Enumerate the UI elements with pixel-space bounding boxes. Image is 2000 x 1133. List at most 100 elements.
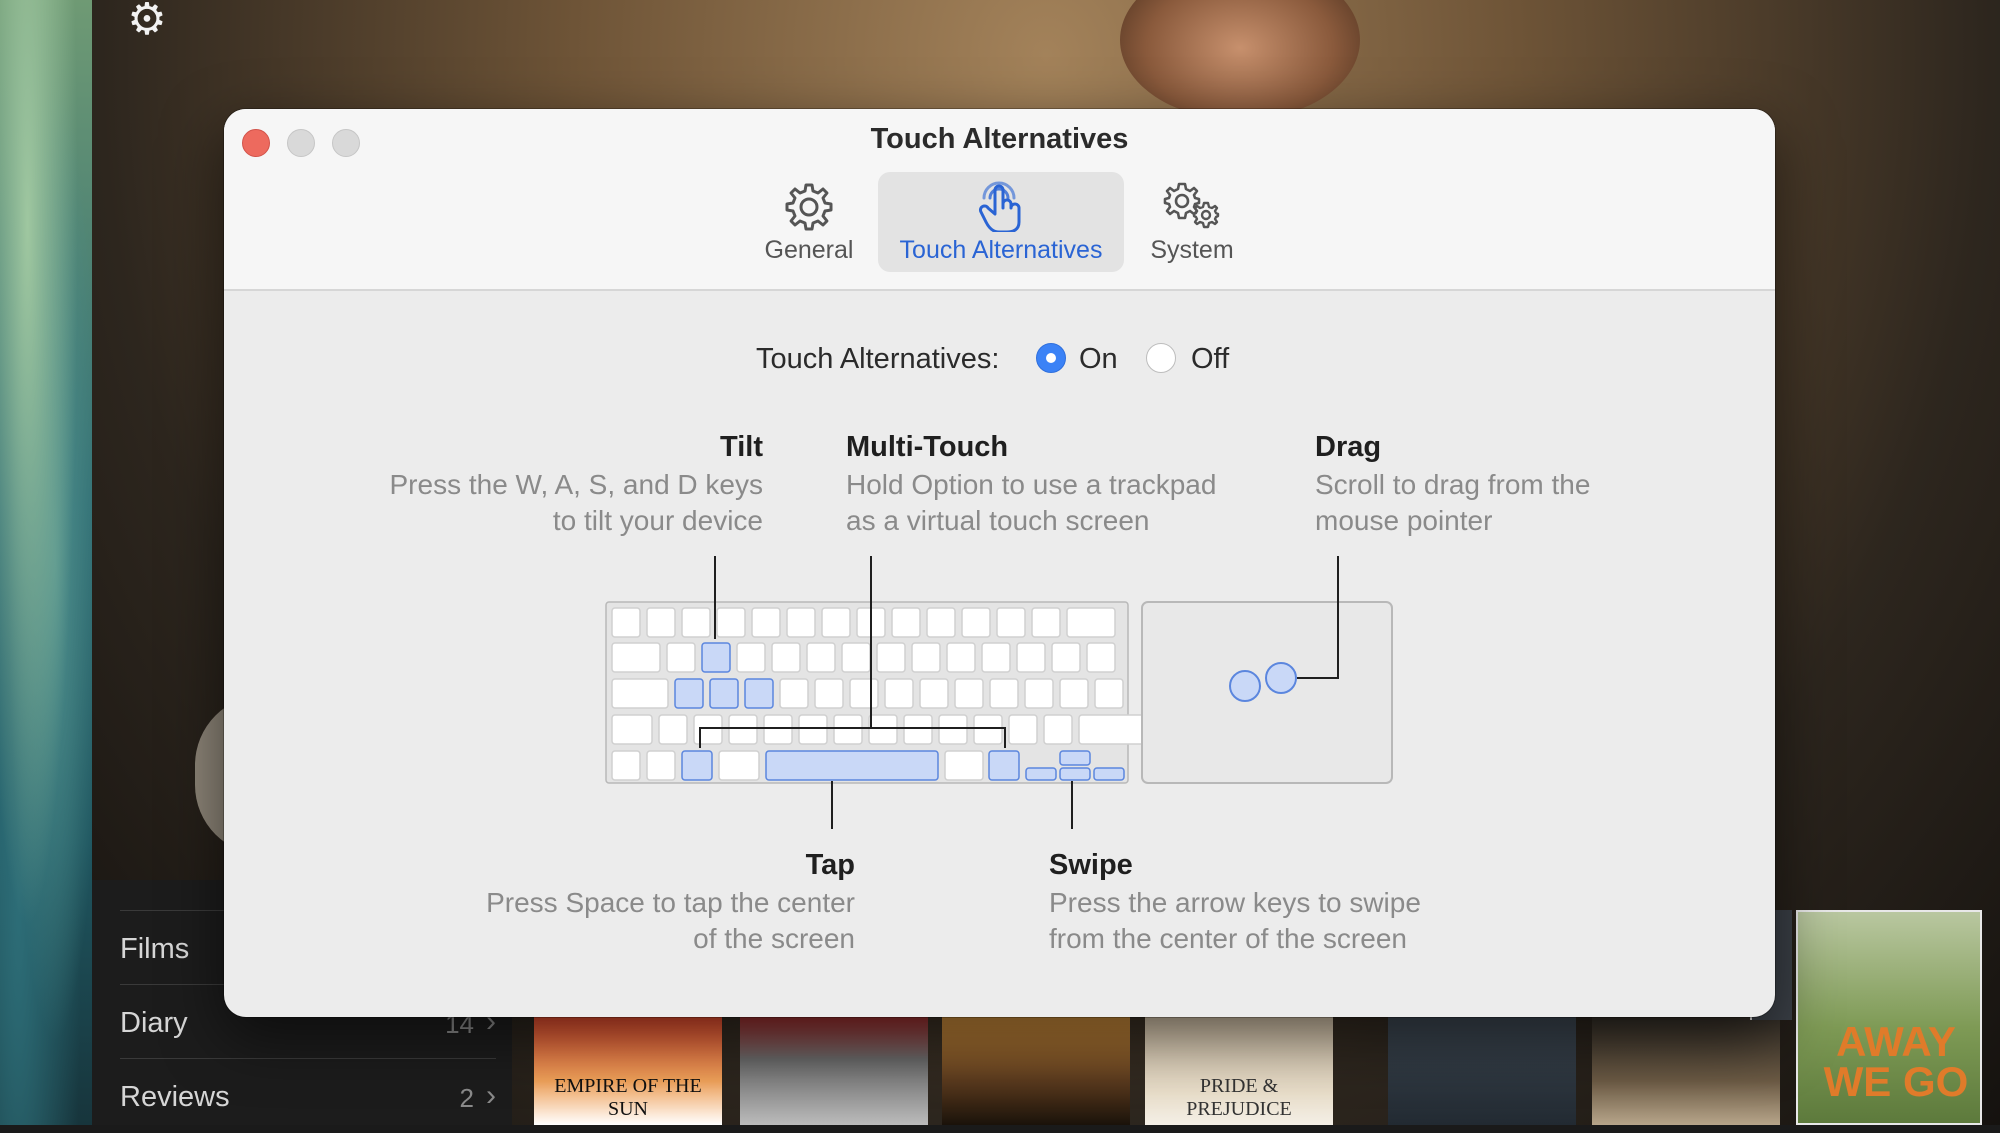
keyboard-key xyxy=(718,750,760,781)
keyboard-key xyxy=(1031,607,1061,638)
keyboard-key xyxy=(919,678,949,709)
keyboard-key xyxy=(646,750,676,781)
keyboard-key xyxy=(728,714,758,745)
drag-description: Scroll to drag from the mouse pointer xyxy=(1315,467,1675,539)
touch-point xyxy=(1229,670,1261,702)
keyboard-key xyxy=(954,678,984,709)
poster-title: AWAY WE GO xyxy=(1823,1018,1969,1105)
highlighted-key xyxy=(674,678,704,709)
keyboard-key xyxy=(944,750,984,781)
keyboard-key xyxy=(716,607,746,638)
keyboard-trackpad-diagram xyxy=(605,556,1393,829)
keyboard-key xyxy=(903,714,933,745)
keyboard-key xyxy=(841,642,871,673)
keyboard-key xyxy=(646,607,676,638)
description-line: Press the arrow keys to swipe xyxy=(1049,887,1421,918)
description-line: mouse pointer xyxy=(1315,505,1493,536)
keyboard-key xyxy=(821,607,851,638)
keyboard-key xyxy=(961,607,991,638)
arrow-up-key xyxy=(1059,750,1091,766)
tap-title: Tap xyxy=(805,849,855,881)
keyboard-key xyxy=(681,607,711,638)
touch-point xyxy=(1265,662,1297,694)
keyboard-key xyxy=(989,678,1019,709)
keyboard-key xyxy=(911,642,941,673)
keyboard-key xyxy=(666,642,696,673)
description-line: as a virtual touch screen xyxy=(846,505,1150,536)
keyboard-key xyxy=(611,714,653,745)
option-key xyxy=(681,750,713,781)
keyboard-key xyxy=(779,678,809,709)
keyboard-key xyxy=(926,607,956,638)
space-key xyxy=(765,750,939,781)
description-line: of the screen xyxy=(693,923,855,954)
film-poster[interactable] xyxy=(1388,1015,1576,1125)
arrow-right-key xyxy=(1093,767,1125,781)
film-poster[interactable] xyxy=(942,1015,1130,1125)
description-line: Scroll to drag from the xyxy=(1315,469,1591,500)
film-poster[interactable]: PRIDE & PREJUDICE xyxy=(1145,1015,1333,1125)
keyboard-key xyxy=(786,607,816,638)
keyboard-key xyxy=(798,714,828,745)
keyboard-key xyxy=(1066,607,1116,638)
keyboard-key xyxy=(868,714,898,745)
film-poster[interactable] xyxy=(1592,1015,1780,1125)
description-line: Hold Option to use a trackpad xyxy=(846,469,1217,500)
keyboard-key xyxy=(611,678,669,709)
description-line: from the center of the screen xyxy=(1049,923,1407,954)
keyboard-key xyxy=(751,607,781,638)
keyboard-key xyxy=(1051,642,1081,673)
keyboard-key xyxy=(996,607,1026,638)
film-poster[interactable] xyxy=(740,1015,928,1125)
sidebar-item-label: Reviews xyxy=(120,1081,230,1113)
keyboard-key xyxy=(1059,678,1089,709)
tilt-title: Tilt xyxy=(720,431,763,463)
keyboard-key xyxy=(693,714,723,745)
keyboard-key xyxy=(849,678,879,709)
description-line: Press Space to tap the center xyxy=(486,887,855,918)
keyboard-key xyxy=(876,642,906,673)
sidebar-item-label: Diary xyxy=(120,1007,188,1039)
keyboard-key xyxy=(938,714,968,745)
swipe-description: Press the arrow keys to swipe from the c… xyxy=(1049,885,1489,957)
keyboard-key xyxy=(946,642,976,673)
arrow-down-key xyxy=(1059,767,1091,781)
option-key xyxy=(988,750,1020,781)
film-poster[interactable]: EMPIRE OF THE SUN xyxy=(534,1015,722,1125)
keyboard-key xyxy=(611,750,641,781)
tilt-description: Press the W, A, S, and D keys to tilt yo… xyxy=(343,467,764,539)
settings-gear-icon[interactable]: ⚙ xyxy=(124,0,170,42)
keyboard-key xyxy=(806,642,836,673)
swipe-title: Swipe xyxy=(1049,849,1133,881)
background-artwork xyxy=(0,0,92,1125)
keyboard-key xyxy=(884,678,914,709)
highlighted-key xyxy=(701,642,731,673)
highlighted-key xyxy=(744,678,774,709)
chevron-right-icon: › xyxy=(486,1079,496,1112)
poster-title: PRIDE & PREJUDICE xyxy=(1186,1075,1292,1120)
keyboard-key xyxy=(973,714,1003,745)
film-poster-away-we-go[interactable]: AWAY WE GO xyxy=(1796,910,1982,1125)
sidebar-item-count: 2 xyxy=(459,1083,474,1113)
poster-title: EMPIRE OF THE SUN xyxy=(554,1075,702,1120)
highlighted-key xyxy=(709,678,739,709)
sidebar-item-reviews[interactable]: Reviews 2 › xyxy=(120,1058,496,1133)
trackpad-illustration xyxy=(1141,601,1393,784)
keyboard-key xyxy=(763,714,793,745)
keyboard-key xyxy=(1024,678,1054,709)
keyboard-key xyxy=(891,607,921,638)
keyboard-illustration xyxy=(605,601,1156,784)
keyboard-key xyxy=(1016,642,1046,673)
arrow-left-key xyxy=(1025,767,1057,781)
keyboard-key xyxy=(833,714,863,745)
keyboard-key xyxy=(611,607,641,638)
keyboard-key xyxy=(658,714,688,745)
description-line: to tilt your device xyxy=(552,505,763,536)
keyboard-key xyxy=(1086,642,1116,673)
keyboard-key xyxy=(611,642,661,673)
keyboard-key xyxy=(1094,678,1124,709)
touch-alternatives-dialog: Touch Alternatives General Touch Alterna… xyxy=(224,109,1775,1017)
keyboard-key xyxy=(771,642,801,673)
multi-touch-title: Multi-Touch xyxy=(846,431,1009,463)
keyboard-key xyxy=(1008,714,1038,745)
